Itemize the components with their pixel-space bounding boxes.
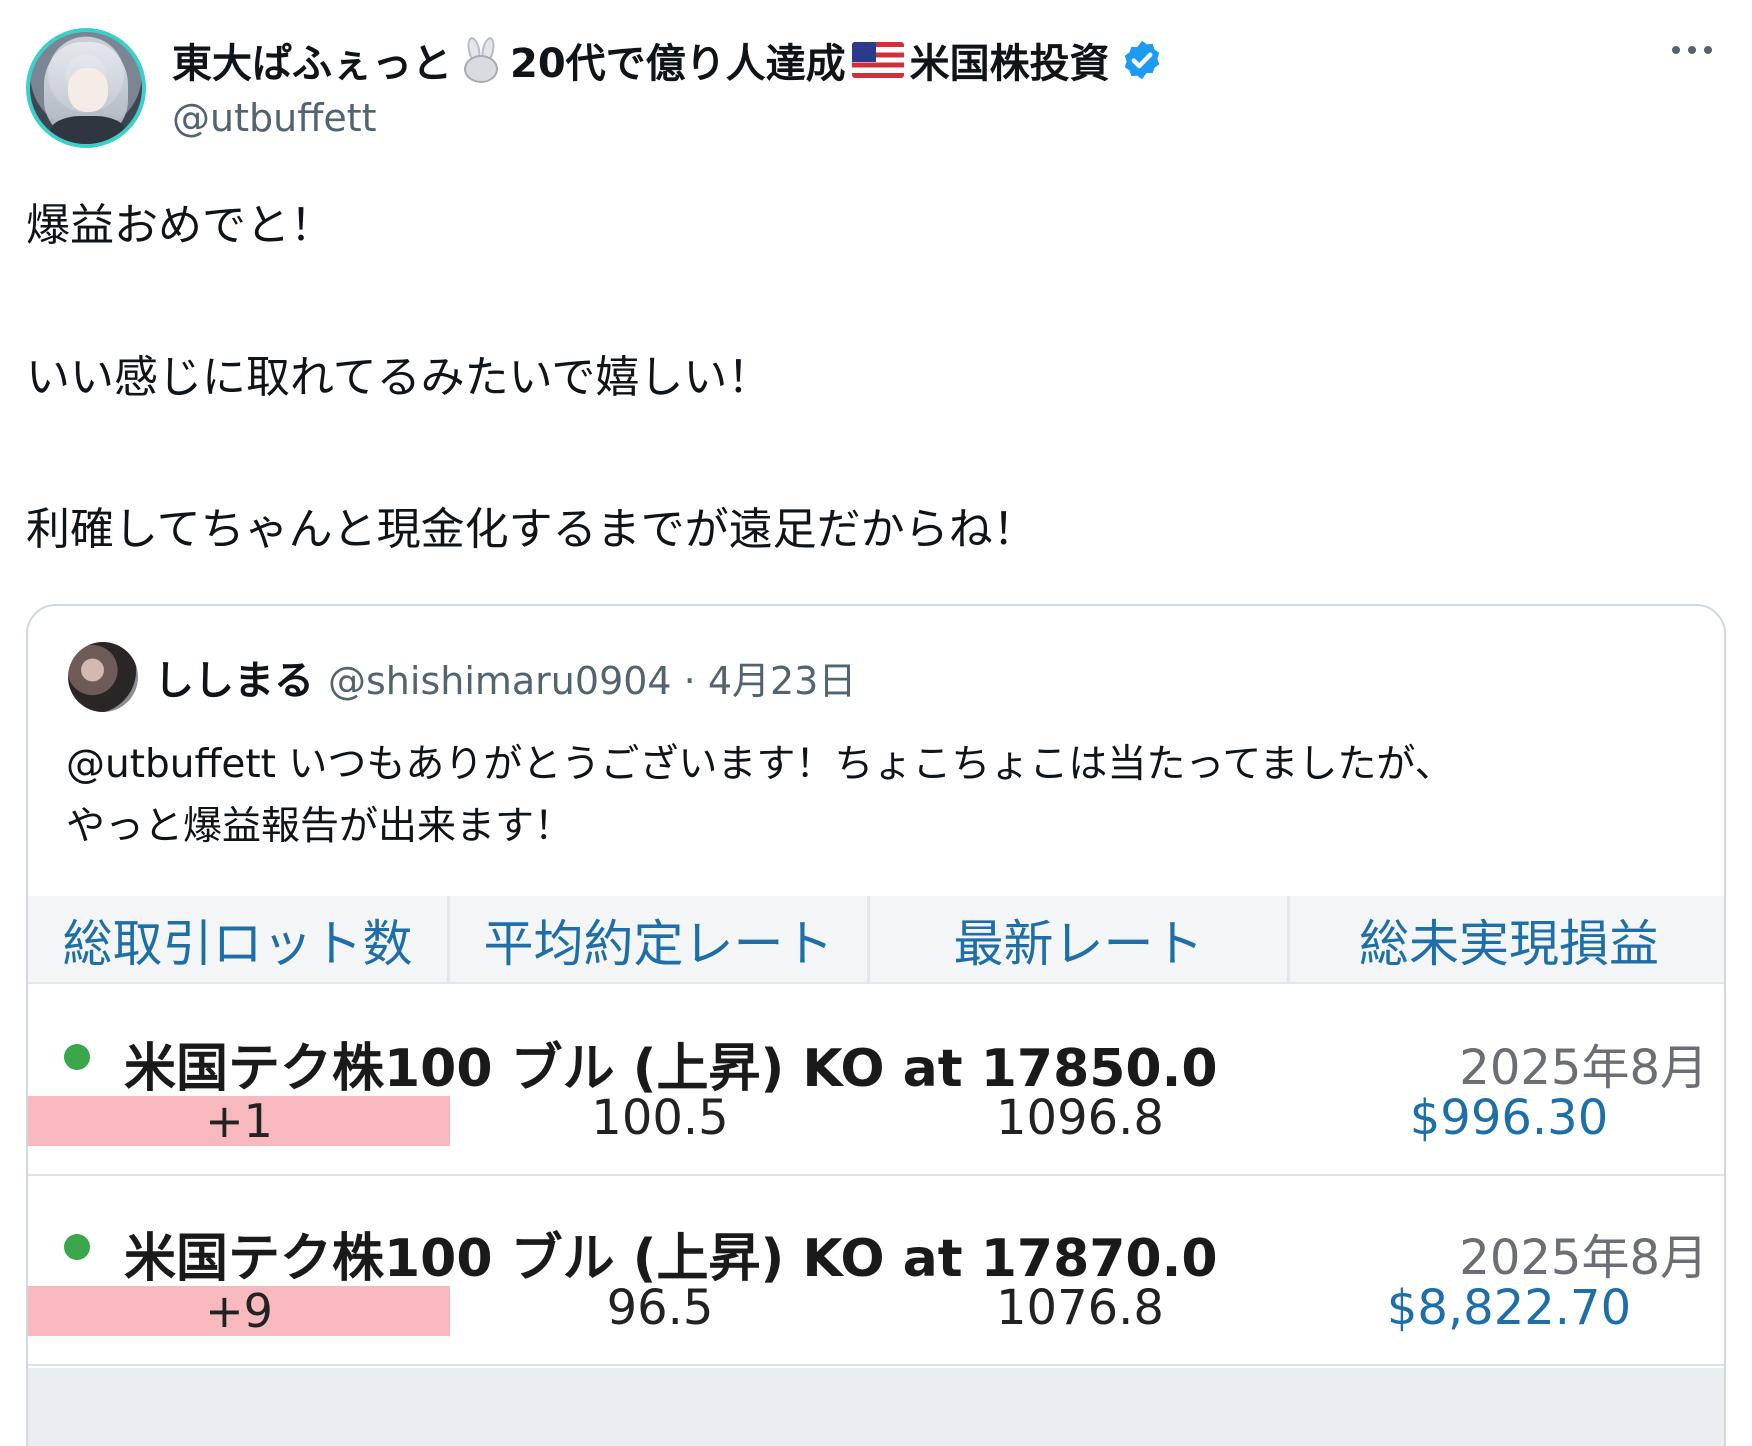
latest-rate: 1096.8 [996, 1090, 1164, 1146]
rabbit-icon [458, 36, 504, 83]
quoted-tweet-image[interactable]: 総取引ロット数 平均約定レート 最新レート 総未実現損益 米国テク株100 ブル… [28, 896, 1724, 1446]
header-latest-rate: 最新レート [870, 896, 1290, 984]
quoted-line-1: @utbuffett いつもありがとうございます！ちょこちょこは当たってましたが… [66, 742, 1454, 787]
table-row: 米国テク株100 ブル (上昇) KO at 17870.0 2025年8月 +… [28, 1176, 1724, 1366]
tweet-line-2: いい感じに取れてるみたいで嬉しい！ [26, 352, 772, 403]
quoted-tweet-body: @utbuffett いつもありがとうございます！ちょこちょこは当たってましたが… [66, 734, 1454, 858]
display-name-part2[interactable]: 20代で億り人達成 [510, 31, 846, 89]
quoted-author-name: ししまる [154, 658, 314, 704]
unrealized-pnl: $8,822.70 [1386, 1280, 1632, 1336]
quoted-author-avatar [68, 642, 138, 712]
us-flag-icon [851, 42, 904, 78]
header-total-lots: 総取引ロット数 [28, 896, 450, 984]
verified-badge-icon [1120, 38, 1164, 82]
avg-rate: 100.5 [591, 1090, 729, 1146]
table-footer [28, 1368, 1724, 1446]
quoted-author-meta: @shishimaru0904 · 4月23日 [328, 658, 857, 703]
table-row: 米国テク株100 ブル (上昇) KO at 17850.0 2025年8月 +… [28, 986, 1724, 1176]
expiry-date: 2025年8月 [1459, 1230, 1708, 1286]
author-name-row[interactable]: 東大ぱふぇっと 20代で億り人達成 米国株投資 [172, 32, 1164, 88]
lot-count: +9 [28, 1284, 450, 1338]
author-avatar[interactable] [26, 28, 146, 148]
header-unrealized-pnl: 総未実現損益 [1359, 915, 1659, 973]
quoted-tweet-header: ししまる @shishimaru0904 · 4月23日 [68, 642, 856, 712]
display-name-part3[interactable]: 米国株投資 [910, 31, 1110, 89]
header-avg-rate: 平均約定レート [450, 896, 870, 984]
more-options-icon[interactable] [1668, 40, 1716, 60]
display-name-part1[interactable]: 東大ぱふぇっと [172, 31, 452, 89]
unrealized-pnl: $996.30 [1409, 1090, 1609, 1146]
quoted-tweet-card[interactable]: ししまる @shishimaru0904 · 4月23日 @utbuffett … [26, 604, 1726, 1446]
author-handle[interactable]: @utbuffett [172, 96, 377, 140]
status-dot [64, 1234, 90, 1260]
status-dot [64, 1044, 90, 1070]
tweet-text: 爆益おめでと！ いい感じに取れてるみたいで嬉しい！ 利確してちゃんと現金化するま… [26, 200, 1037, 556]
tweet-line-1: 爆益おめでと！ [26, 200, 334, 251]
avg-rate: 96.5 [606, 1280, 714, 1336]
avatar-body [50, 116, 126, 144]
positions-table-header: 総取引ロット数 平均約定レート 最新レート 総未実現損益 [28, 896, 1724, 984]
tweet-line-3: 利確してちゃんと現金化するまでが遠足だからね！ [26, 504, 1037, 555]
latest-rate: 1076.8 [996, 1280, 1164, 1336]
expiry-date: 2025年8月 [1459, 1040, 1708, 1096]
avatar-face [68, 68, 108, 112]
quoted-line-2: やっと爆益報告が出来ます！ [66, 804, 574, 849]
lot-count: +1 [28, 1094, 450, 1148]
